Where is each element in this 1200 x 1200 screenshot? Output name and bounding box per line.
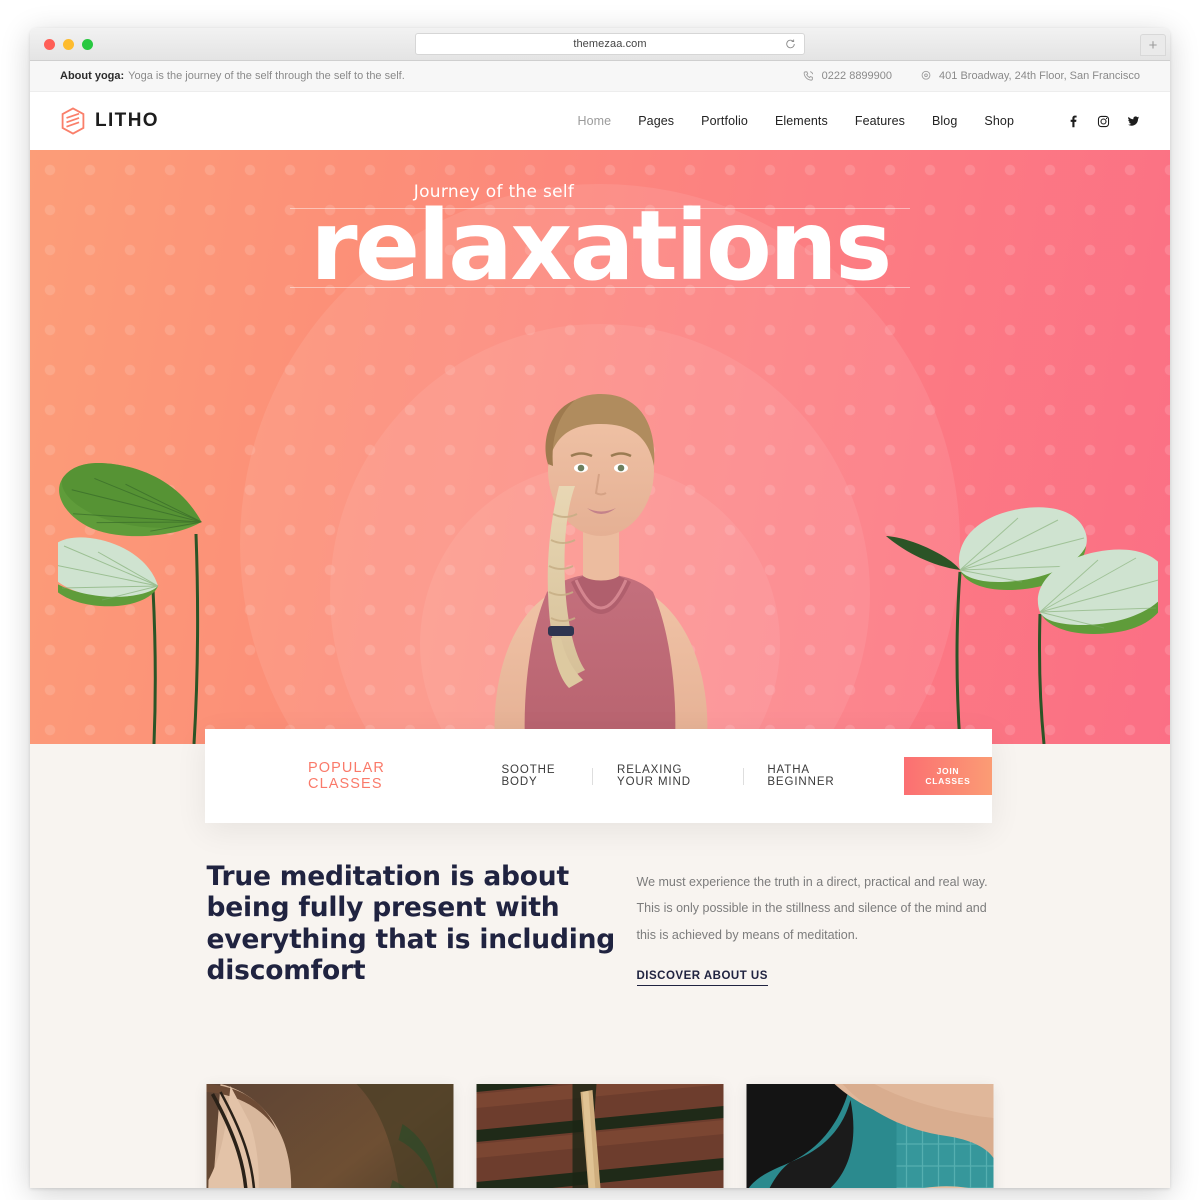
logo-wordmark: LITHO [95,110,159,131]
nav-item-elements[interactable]: Elements [775,114,828,128]
phone-icon [803,71,813,81]
nav-item-blog[interactable]: Blog [932,114,957,128]
top-info-label: About yoga: [60,70,125,82]
class-item-soothe-body[interactable]: SOOTHE BODY [477,764,592,788]
gallery-card-singing-bowl[interactable] [476,1084,724,1188]
main-navbar: LITHO Home Pages Portfolio Elements Feat… [30,92,1170,150]
meditating-woman-photo [494,394,708,744]
close-window-button[interactable] [44,39,55,50]
reload-icon[interactable] [785,39,796,50]
hexagon-logo-icon [61,107,85,135]
discover-about-us-link[interactable]: DISCOVER ABOUT US [636,970,768,986]
classes-list: SOOTHE BODY RELAXING YOUR MIND HATHA BEG… [477,764,871,788]
nav-item-pages[interactable]: Pages [638,114,674,128]
class-item-relaxing-your-mind[interactable]: RELAXING YOUR MIND [593,764,743,788]
browser-chrome-bar: themezaa.com + [30,28,1170,61]
top-info-text: Yoga is the journey of the self through … [128,70,405,82]
address-contact[interactable]: 401 Broadway, 24th Floor, San Francisco [920,70,1140,82]
popular-classes-bar: POPULAR CLASSES SOOTHE BODY RELAXING YOU… [205,729,992,823]
window-controls[interactable] [44,39,93,50]
location-pin-icon [921,70,931,80]
woman-with-necklace-photo [206,1084,454,1188]
phone-number: 0222 8899900 [821,70,893,82]
about-section: True meditation is about being fully pre… [30,861,1170,986]
lotus-leaves-left [58,462,202,744]
hero-banner: Journey of the self relaxations [30,150,1170,744]
gallery-row [206,1084,994,1188]
social-links [1067,115,1140,128]
site-logo[interactable]: LITHO [60,107,159,135]
phone-contact[interactable]: 0222 8899900 [803,70,892,82]
about-heading: True meditation is about being fully pre… [206,861,616,986]
nav-item-shop[interactable]: Shop [984,114,1014,128]
join-classes-button[interactable]: JOIN CLASSES [903,757,992,795]
nav-item-features[interactable]: Features [855,114,905,128]
maximize-window-button[interactable] [82,39,93,50]
instagram-icon[interactable] [1097,115,1110,128]
gallery-card-woman-with-necklace[interactable] [206,1084,454,1188]
url-text: themezaa.com [573,38,647,50]
nav-item-portfolio[interactable]: Portfolio [701,114,748,128]
about-paragraph: We must experience the truth in a direct… [636,875,988,942]
nav-links: Home Pages Portfolio Elements Features B… [577,114,1140,128]
browser-window: themezaa.com + About yoga: Yoga is the j… [30,28,1170,1188]
about-right-column: We must experience the truth in a direct… [636,861,994,986]
lotus-leaves-right [886,507,1158,744]
minimize-window-button[interactable] [63,39,74,50]
nav-item-home[interactable]: Home [577,114,611,128]
gallery-card-woman-resting[interactable] [746,1084,994,1188]
about-left-column: True meditation is about being fully pre… [207,861,637,986]
woman-resting-on-mat-photo [746,1084,994,1188]
top-info-message: About yoga: Yoga is the journey of the s… [60,70,405,82]
new-tab-button[interactable]: + [1140,34,1166,56]
about-inner: True meditation is about being fully pre… [207,861,994,986]
singing-bowl-photo [476,1084,724,1188]
address-text: 401 Broadway, 24th Floor, San Francisco [939,70,1140,82]
twitter-icon[interactable] [1127,115,1140,128]
class-item-hatha-beginner[interactable]: HATHA BEGINNER [743,764,871,788]
page-viewport: About yoga: Yoga is the journey of the s… [30,61,1170,1188]
popular-classes-title: POPULAR CLASSES [308,760,385,792]
address-bar[interactable]: themezaa.com [415,33,805,55]
facebook-icon[interactable] [1067,115,1080,128]
top-contact-group: 0222 8899900 401 Broadway, 24th Floor, S… [803,70,1140,82]
top-info-bar: About yoga: Yoga is the journey of the s… [30,61,1170,92]
